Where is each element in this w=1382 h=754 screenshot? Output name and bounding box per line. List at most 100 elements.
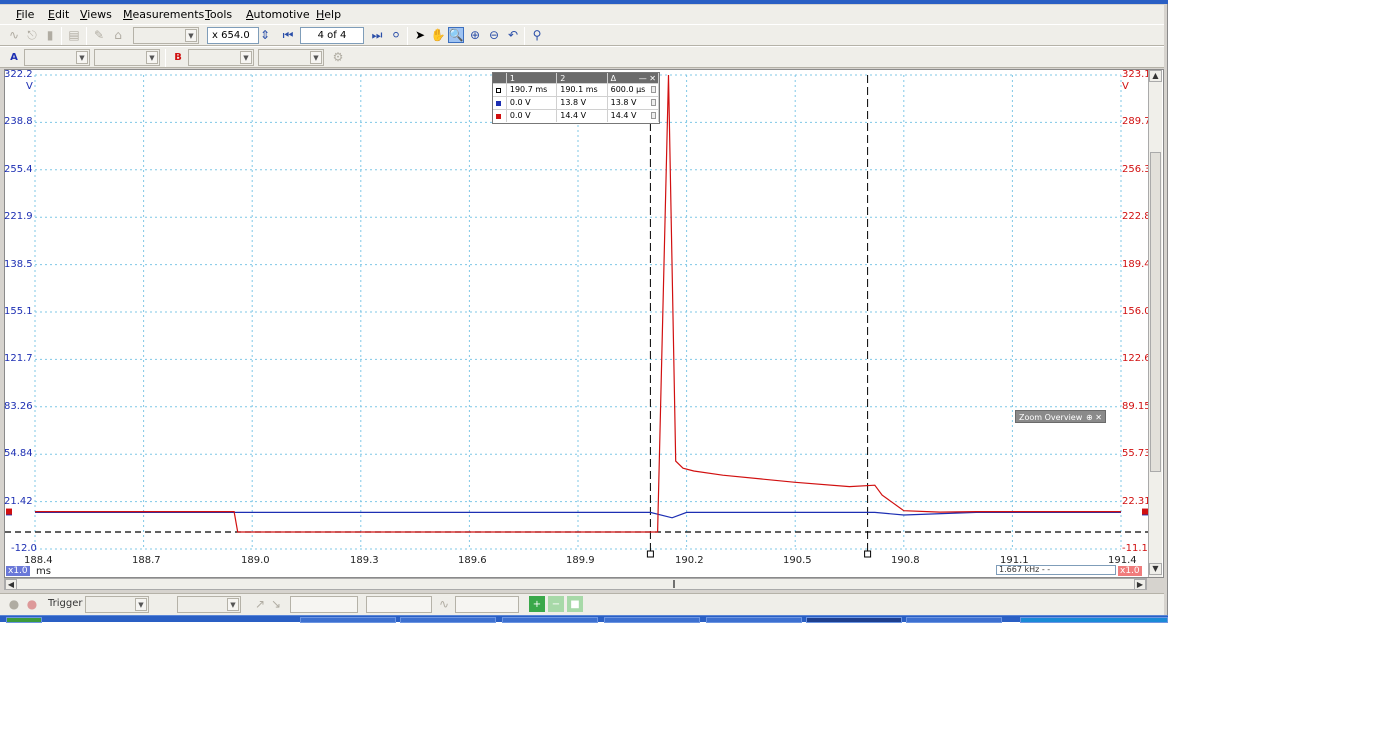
spectrum-view-icon[interactable]: ▤	[66, 27, 82, 43]
compass-icon[interactable]: ⚪	[388, 27, 404, 43]
trigger-label: Trigger	[48, 598, 83, 609]
lock-icon[interactable]	[651, 99, 656, 106]
menu-views-rest: iews	[87, 8, 112, 21]
close-icon[interactable]: — ✕	[639, 73, 656, 83]
taskbar-button[interactable]	[906, 617, 1002, 623]
start-icon[interactable]: ●	[6, 596, 22, 612]
zoom-input[interactable]: x 654.0	[207, 27, 259, 44]
menu-automotive-rest: utomotive	[253, 8, 310, 21]
stop-icon[interactable]: ●	[24, 596, 40, 612]
menu-edit-rest: dit	[54, 8, 70, 21]
trigger-pretrigger-input[interactable]	[366, 596, 432, 613]
pointer-tool-icon[interactable]: ➤	[412, 27, 428, 43]
left-y-tick: 221.9	[4, 211, 33, 222]
menu-edit[interactable]: Edit	[48, 8, 69, 21]
rising-edge-icon[interactable]: ↗	[252, 596, 268, 612]
picoscope-window: File Edit Views Measurements Tools Autom…	[0, 0, 1168, 623]
chevron-down-icon: ▼	[310, 51, 322, 64]
next-buffer-icon[interactable]: ⏭	[369, 27, 385, 43]
menu-file-rest: ile	[21, 8, 35, 21]
taskbar-button[interactable]	[604, 617, 700, 623]
zoom-in-icon[interactable]: ⊕	[467, 27, 483, 43]
status-toolbar: ● ● Trigger ▼ ▼ ↗ ↘ ∿ + − ■	[0, 593, 1164, 615]
ruler-legend-table[interactable]: 1 2 Δ — ✕ 190.7 ms 190.1 ms 600.0 µs 0.0 …	[492, 72, 660, 124]
probe-icon[interactable]: ✎	[91, 27, 107, 43]
channel-a-ruler-2: 13.8 V	[557, 97, 608, 109]
edit-measurement-icon[interactable]: ■	[567, 596, 583, 612]
menu-file[interactable]: File	[16, 8, 34, 21]
trigger-mode-select[interactable]: ▼	[85, 596, 149, 613]
undo-zoom-icon[interactable]: ↶	[505, 27, 521, 43]
scroll-left-icon[interactable]: ◀	[5, 579, 17, 590]
trigger-advanced-icon[interactable]: ∿	[436, 596, 452, 612]
channel-b-label[interactable]: B	[170, 49, 186, 65]
scroll-up-icon[interactable]: ▲	[1149, 70, 1162, 82]
menu-tools[interactable]: Tools	[205, 8, 232, 21]
horizontal-scrollbar[interactable]: ◀ ‖ ▶	[4, 578, 1147, 590]
system-tray	[1020, 617, 1168, 623]
add-measurement-icon[interactable]: +	[529, 596, 545, 612]
left-axis-zoom-badge[interactable]: x1.0	[6, 566, 30, 576]
channel-a-label[interactable]: A	[6, 49, 22, 65]
taskbar-button[interactable]	[300, 617, 396, 623]
menu-help[interactable]: Help	[316, 8, 341, 21]
taskbar-button[interactable]	[400, 617, 496, 623]
zoom-overview-panel[interactable]: Zoom Overview ⊕ ✕	[1015, 410, 1106, 423]
taskbar-button[interactable]	[706, 617, 802, 623]
time-ruler-2: 190.1 ms	[557, 84, 608, 96]
first-buffer-icon[interactable]: ⏮	[280, 27, 296, 43]
menu-automotive[interactable]: Automotive	[246, 8, 310, 21]
remove-measurement-icon[interactable]: −	[548, 596, 564, 612]
channel-b-range-select[interactable]: ▼	[188, 49, 254, 66]
zoom-overview-title: Zoom Overview	[1019, 413, 1083, 422]
scope-view[interactable]	[4, 69, 1164, 578]
scroll-down-icon[interactable]: ▼	[1149, 563, 1162, 575]
trigger-source-select[interactable]: ▼	[177, 596, 241, 613]
menu-measurements[interactable]: Measurements	[123, 8, 204, 21]
ruler-legend-header[interactable]: 1 2 Δ — ✕	[493, 73, 659, 83]
lock-icon[interactable]	[651, 86, 656, 93]
x-tick: 190.8	[891, 555, 920, 566]
falling-edge-icon[interactable]: ↘	[268, 596, 284, 612]
x-axis-unit: ms	[36, 566, 51, 577]
left-y-tick: 138.5	[4, 259, 33, 270]
hand-tool-icon[interactable]: ✋	[430, 27, 446, 43]
channel-a-coupling-select[interactable]: ▼	[94, 49, 160, 66]
x-tick: 190.2	[675, 555, 704, 566]
menu-views[interactable]: Views	[80, 8, 112, 21]
scroll-grip-icon[interactable]: ‖	[670, 579, 678, 590]
channel-a-delta: 13.8 V	[608, 97, 659, 109]
start-button[interactable]	[6, 617, 42, 623]
zoom-region-icon[interactable]: 🔍	[448, 27, 464, 43]
timebase-select[interactable]: ▼	[133, 27, 199, 44]
main-toolbar: ∿ ⎋ ▮ ▤ ✎ ⌂ ▼ x 654.0 ⇕ ⏮ 4 of 4 ⏭ ⚪ ➤ ✋…	[0, 24, 1164, 46]
vertical-scroll-thumb[interactable]	[1150, 152, 1161, 472]
menu-help-rest: elp	[324, 8, 342, 21]
row-swatch	[493, 110, 507, 122]
home-icon[interactable]: ⌂	[110, 27, 126, 43]
spectrum-mode-icon[interactable]: ▮	[42, 27, 58, 43]
channel-a-range-select[interactable]: ▼	[24, 49, 90, 66]
right-axis-zoom-badge[interactable]: x1.0	[1118, 566, 1142, 576]
taskbar-button[interactable]	[502, 617, 598, 623]
scope-mode-icon[interactable]: ∿	[6, 27, 22, 43]
buffer-page-input[interactable]: 4 of 4	[300, 27, 364, 44]
trigger-delay-input[interactable]	[455, 596, 519, 613]
channel-options-icon[interactable]: ⚙	[330, 49, 346, 65]
zoom-out-icon[interactable]: ⊖	[486, 27, 502, 43]
channel-toolbar: A ▼ ▼ B ▼ ▼ ⚙	[0, 46, 1164, 68]
zoom-fit-icon[interactable]: ⚲	[529, 27, 545, 43]
taskbar-button-active[interactable]	[806, 617, 902, 623]
channel-b-coupling-select[interactable]: ▼	[258, 49, 324, 66]
zoom-overview-controls-icon[interactable]: ⊕ ✕	[1086, 411, 1102, 424]
scroll-right-icon[interactable]: ▶	[1134, 579, 1146, 590]
persistence-mode-icon[interactable]: ⎋	[24, 27, 40, 43]
waveform-plot[interactable]	[5, 70, 1163, 577]
separator	[407, 27, 408, 45]
zoom-stepper-icon[interactable]: ⇕	[259, 27, 271, 43]
lock-icon[interactable]	[651, 112, 656, 119]
vertical-scrollbar[interactable]: ▲ ▼	[1148, 70, 1162, 577]
channel-a-swatch	[496, 101, 501, 106]
title-bar	[0, 0, 1168, 4]
trigger-threshold-input[interactable]	[290, 596, 358, 613]
